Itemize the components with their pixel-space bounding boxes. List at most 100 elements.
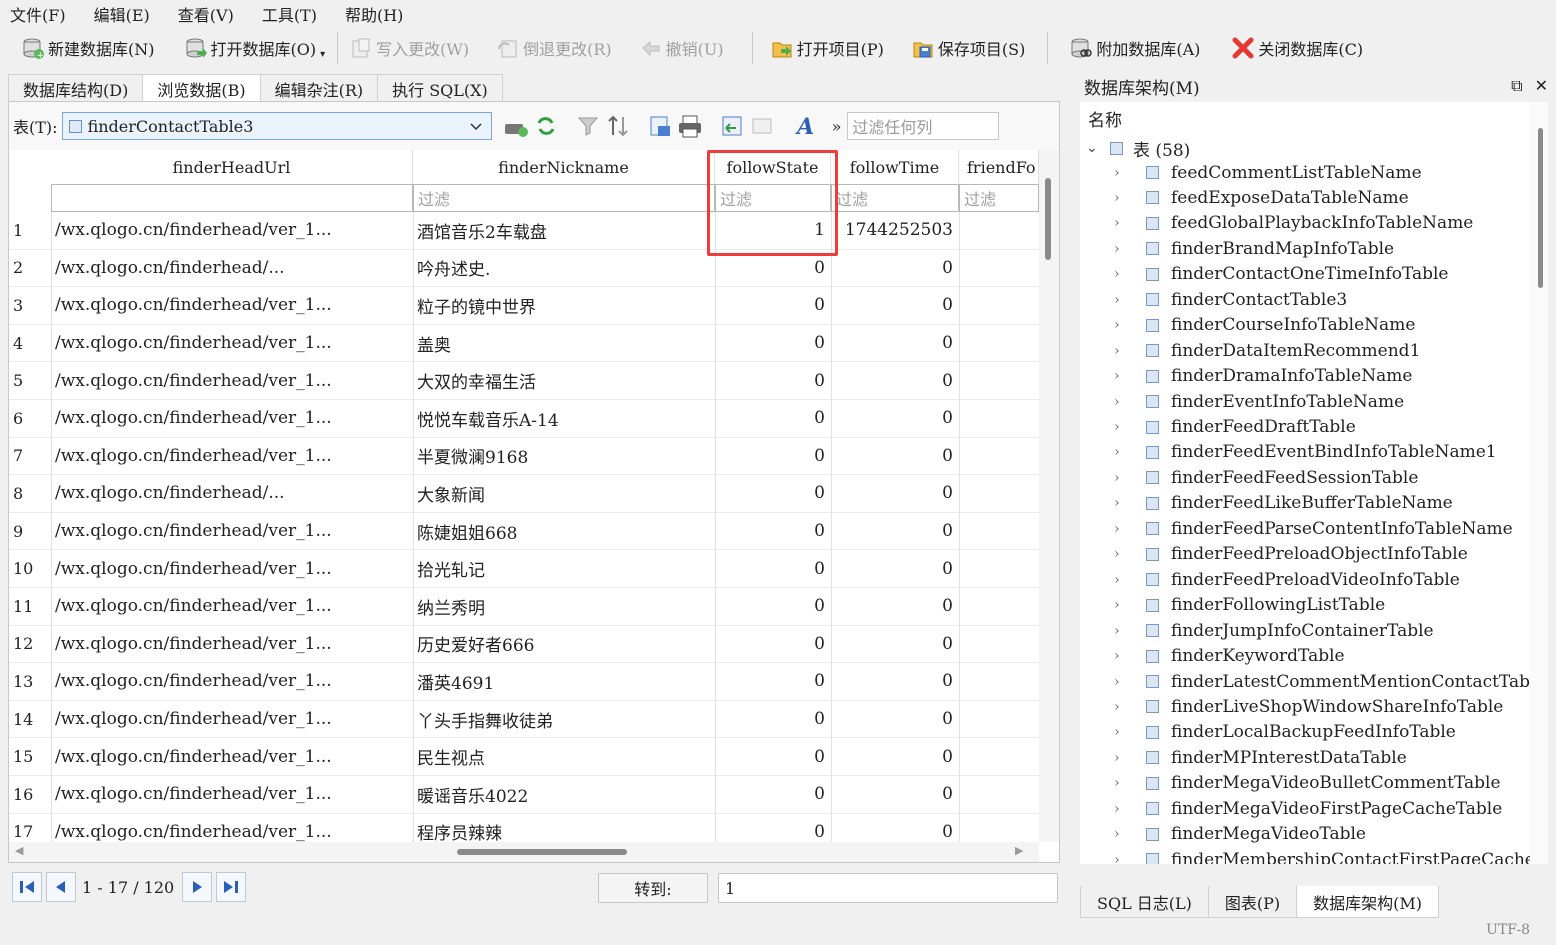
undo-button[interactable]: 撤销(U) <box>634 31 730 65</box>
cell-findernickname[interactable]: 拾光轧记 <box>413 550 715 587</box>
scrollbar-thumb[interactable] <box>1045 178 1051 260</box>
cell-friendfo[interactable] <box>959 814 1039 842</box>
cell-findernickname[interactable]: 潘英4691 <box>413 663 715 700</box>
cell-findernickname[interactable]: 酒馆音乐2车载盘 <box>413 212 715 249</box>
cell-followtime[interactable]: 0 <box>831 513 959 550</box>
tree-item-table[interactable]: › finderFeedPreloadObjectInfoTable <box>1114 542 1544 567</box>
cell-friendfo[interactable] <box>959 738 1039 775</box>
column-header-findernickname[interactable]: finderNickname <box>413 150 715 184</box>
chevron-right-icon[interactable]: › <box>1114 572 1132 588</box>
scrollbar-thumb[interactable] <box>1538 128 1543 288</box>
cell-followtime[interactable]: 0 <box>831 588 959 625</box>
insert-values-icon[interactable] <box>718 112 746 140</box>
column-header-followtime[interactable]: followTime <box>831 150 959 184</box>
cell-followstate[interactable]: 0 <box>715 438 831 475</box>
cell-finderheadurl[interactable]: /wx.qlogo.cn/finderhead/ver_1... <box>51 701 413 738</box>
cell-findernickname[interactable]: 大象新闻 <box>413 475 715 512</box>
cell-followstate[interactable]: 0 <box>715 250 831 287</box>
cell-followstate[interactable]: 0 <box>715 400 831 437</box>
tab-browse-data[interactable]: 浏览数据(B) <box>142 74 261 102</box>
cell-finderheadurl[interactable]: /wx.qlogo.cn/finderhead/ver_1... <box>51 738 413 775</box>
chevron-right-icon[interactable]: › <box>1114 775 1132 791</box>
table-row[interactable]: 14/wx.qlogo.cn/finderhead/ver_1... 丫头手指舞收… <box>9 700 1039 739</box>
cell-finderheadurl[interactable]: /wx.qlogo.cn/finderhead/ver_1... <box>51 212 413 249</box>
open-project-button[interactable]: 打开项目(P) <box>765 31 890 65</box>
chevron-right-icon[interactable]: › <box>1114 394 1132 410</box>
revert-changes-button[interactable]: 倒退更改(R) <box>491 31 618 65</box>
tree-item-table[interactable]: › finderFeedFeedSessionTable <box>1114 465 1544 490</box>
grid-vertical-scrollbar[interactable] <box>1039 150 1059 842</box>
chevron-down-icon[interactable]: ⌄ <box>1086 140 1104 156</box>
first-page-button[interactable] <box>12 872 42 902</box>
tree-item-table[interactable]: › finderFeedDraftTable <box>1114 415 1544 440</box>
table-row[interactable]: 13/wx.qlogo.cn/finderhead/ver_1... 潘英4691… <box>9 663 1039 701</box>
table-row[interactable]: 17/wx.qlogo.cn/finderhead/ver_1... 程序员辣辣 0… <box>9 813 1039 842</box>
chevron-right-icon[interactable]: › <box>1114 521 1132 537</box>
filter-input-findernickname[interactable]: 过滤 <box>413 184 715 212</box>
tree-item-table[interactable]: › finderBrandMapInfoTable <box>1114 236 1544 261</box>
cell-finderheadurl[interactable]: /wx.qlogo.cn/finderhead/ver_1... <box>51 814 413 842</box>
cell-findernickname[interactable]: 历史爱好者666 <box>413 626 715 663</box>
save-table-icon[interactable] <box>646 112 674 140</box>
tree-item-table[interactable]: › finderContactTable3 <box>1114 287 1544 312</box>
next-page-button[interactable] <box>182 872 213 902</box>
previous-page-button[interactable] <box>46 872 76 902</box>
cell-findernickname[interactable]: 悦悦车载音乐A-14 <box>413 400 715 437</box>
tree-node-tables[interactable]: ⌄ 表 (58) <box>1086 136 1190 161</box>
cell-followstate[interactable]: 0 <box>715 362 831 399</box>
cell-friendfo[interactable] <box>959 626 1039 663</box>
cell-friendfo[interactable] <box>959 663 1039 700</box>
cell-findernickname[interactable]: 程序员辣辣 <box>413 814 715 842</box>
cell-followtime[interactable]: 0 <box>831 475 959 512</box>
tree-item-table[interactable]: › finderLiveShopWindowShareInfoTable <box>1114 694 1544 719</box>
attach-database-button[interactable]: 附加数据库(A) <box>1064 31 1206 65</box>
cell-friendfo[interactable] <box>959 550 1039 587</box>
filter-input-finderheadurl[interactable] <box>51 184 413 212</box>
cell-followtime[interactable]: 0 <box>831 400 959 437</box>
goto-input[interactable]: 1 <box>718 873 1058 903</box>
table-row[interactable]: 1/wx.qlogo.cn/finderhead/ver_1... 酒馆音乐2车载… <box>9 212 1039 250</box>
cell-friendfo[interactable] <box>959 362 1039 399</box>
cell-followstate[interactable]: 0 <box>715 776 831 813</box>
cell-findernickname[interactable]: 吟舟述史. <box>413 250 715 287</box>
cell-findernickname[interactable]: 暖谣音乐4022 <box>413 776 715 813</box>
cell-followstate[interactable]: 0 <box>715 738 831 775</box>
table-row[interactable]: 4/wx.qlogo.cn/finderhead/ver_1... 盖奥 0 0 <box>9 324 1039 363</box>
cell-followstate[interactable]: 0 <box>715 663 831 700</box>
table-row[interactable]: 10/wx.qlogo.cn/finderhead/ver_1... 拾光轧记 0 0 <box>9 550 1039 588</box>
chevron-right-icon[interactable]: › <box>1114 852 1132 864</box>
filter-input-followtime[interactable]: 过滤 <box>831 184 959 212</box>
insert-record-icon[interactable] <box>502 112 530 140</box>
table-row[interactable]: 2/wx.qlogo.cn/finderhead/... 吟舟述史. 0 0 <box>9 249 1039 288</box>
cell-findernickname[interactable]: 丫头手指舞收徒弟 <box>413 701 715 738</box>
tab-database-structure[interactable]: 数据库结构(D) <box>8 74 144 102</box>
chevron-right-icon[interactable]: › <box>1114 597 1132 613</box>
close-database-button[interactable]: 关闭数据库(C) <box>1226 31 1369 65</box>
tree-item-table[interactable]: › finderMegaVideoTable <box>1114 822 1544 847</box>
table-row[interactable]: 5/wx.qlogo.cn/finderhead/ver_1... 大双的幸福生活… <box>9 362 1039 400</box>
chevron-right-icon[interactable]: › <box>1114 623 1132 639</box>
cell-followtime[interactable]: 0 <box>831 663 959 700</box>
tree-item-table[interactable]: › finderFeedParseContentInfoTableName <box>1114 516 1544 541</box>
tree-item-table[interactable]: › finderMPInterestDataTable <box>1114 745 1544 770</box>
chevron-right-icon[interactable]: › <box>1114 165 1132 181</box>
cell-followtime[interactable]: 0 <box>831 362 959 399</box>
filter-input-friendfo[interactable]: 过滤 <box>959 184 1039 212</box>
filter-input-followstate[interactable]: 过滤 <box>715 184 831 212</box>
cell-finderheadurl[interactable]: /wx.qlogo.cn/finderhead/ver_1... <box>51 776 413 813</box>
cell-friendfo[interactable] <box>959 588 1039 625</box>
chevron-right-icon[interactable]: › <box>1114 190 1132 206</box>
cell-friendfo[interactable] <box>959 776 1039 813</box>
tree-item-table[interactable]: › finderKeywordTable <box>1114 644 1544 669</box>
chevron-right-icon[interactable]: › <box>1114 292 1132 308</box>
cell-followstate[interactable]: 0 <box>715 814 831 842</box>
cell-friendfo[interactable] <box>959 287 1039 324</box>
tree-item-table[interactable]: › finderFeedLikeBufferTableName <box>1114 491 1544 516</box>
tree-item-table[interactable]: › finderFeedEventBindInfoTableName1 <box>1114 440 1544 465</box>
cell-followtime[interactable]: 0 <box>831 550 959 587</box>
tab-sql-log[interactable]: SQL 日志(L) <box>1080 886 1209 918</box>
table-row[interactable]: 16/wx.qlogo.cn/finderhead/ver_1... 暖谣音乐40… <box>9 776 1039 814</box>
cell-finderheadurl[interactable]: /wx.qlogo.cn/finderhead/ver_1... <box>51 362 413 399</box>
cell-followtime[interactable]: 0 <box>831 701 959 738</box>
tree-item-table[interactable]: › feedExposeDataTableName <box>1114 185 1544 210</box>
